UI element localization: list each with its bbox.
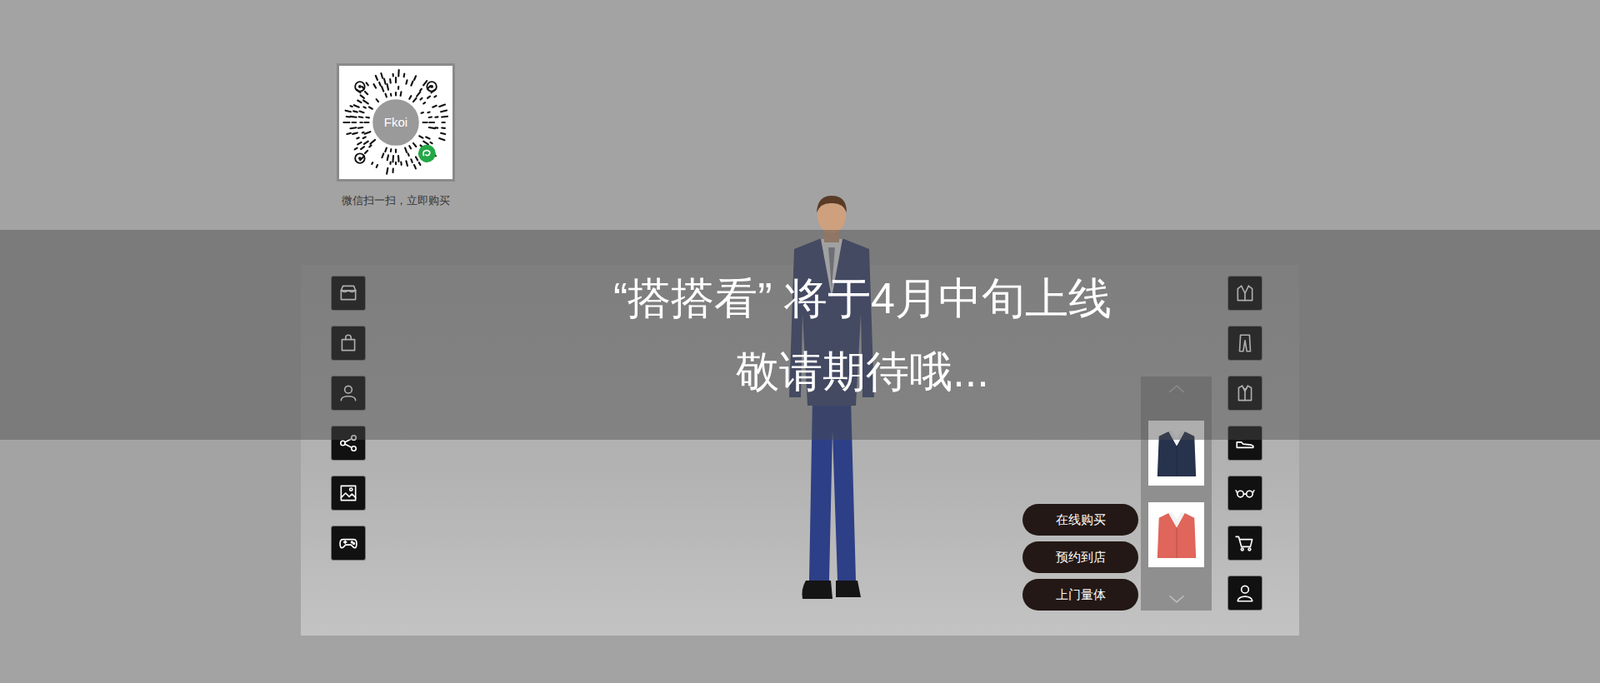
- qr-logo: Fkoi: [339, 114, 453, 131]
- action-button[interactable]: 预约到店: [1022, 541, 1139, 574]
- action-buttons: 在线购买预约到店上门量体: [1022, 504, 1139, 611]
- toolbar-button[interactable]: [1227, 575, 1263, 611]
- gamepad-icon: [337, 532, 360, 555]
- toolbar-button[interactable]: [330, 525, 366, 561]
- toolbar-button[interactable]: [330, 475, 366, 511]
- qr-section: Fkoi 微信扫一扫，立即购买: [0, 0, 1600, 209]
- qr-code: Fkoi: [336, 63, 455, 182]
- notice-text: “搭搭看” 将于4月中旬上线: [613, 273, 1112, 324]
- person-icon: [1234, 582, 1256, 605]
- chevron-down-icon[interactable]: [1165, 593, 1188, 605]
- page: Fkoi 微信扫一扫，立即购买在线购买预约到店上门量体 “搭搭看” 将于4月中旬上线…: [0, 0, 1600, 683]
- toolbar-button[interactable]: [1227, 475, 1263, 511]
- notice-banner: “搭搭看” 将于4月中旬上线敬请期待哦...: [0, 230, 1600, 440]
- glasses-icon: [1234, 482, 1256, 505]
- toolbar-button[interactable]: [1227, 525, 1263, 561]
- cart-icon: [1234, 532, 1256, 555]
- jacket-picture: [1152, 506, 1201, 564]
- action-button[interactable]: 在线购买: [1022, 504, 1139, 536]
- action-button[interactable]: 上门量体: [1022, 579, 1139, 611]
- product-thumbnail[interactable]: [1148, 502, 1205, 568]
- notice-text: 敬请期待哦...: [735, 346, 989, 397]
- image-icon: [337, 482, 360, 505]
- qr-caption: 微信扫一扫，立即购买: [341, 193, 450, 209]
